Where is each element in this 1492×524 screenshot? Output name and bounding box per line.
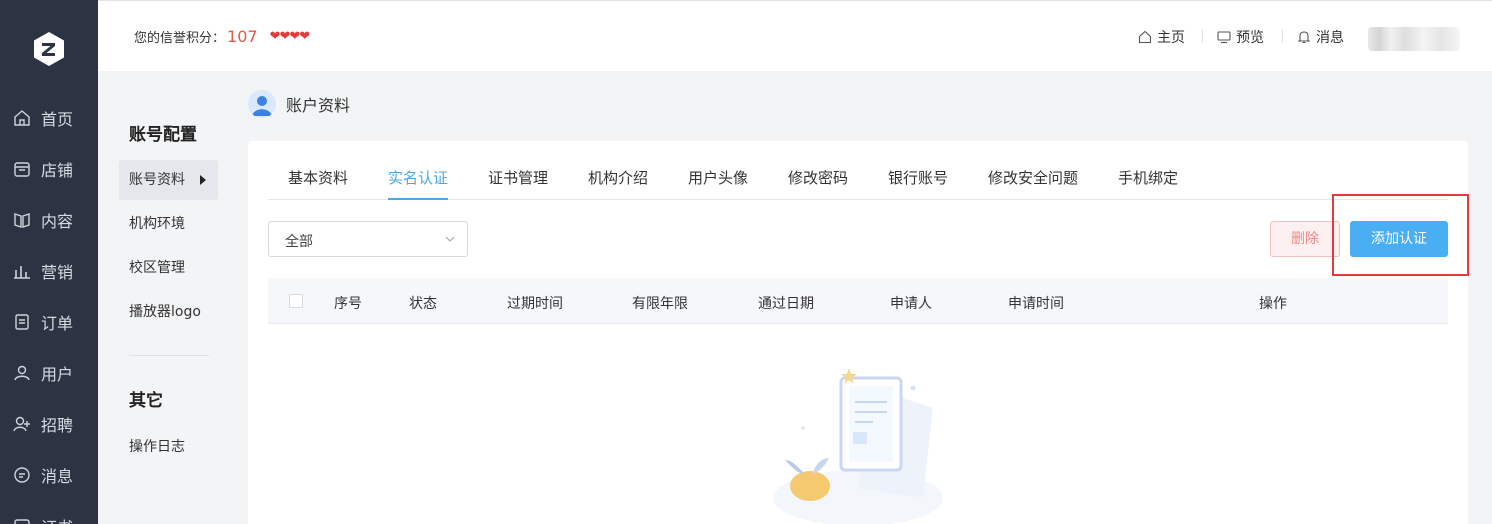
user-avatar[interactable] [1368, 27, 1460, 51]
home-link[interactable]: 主页 [1138, 27, 1185, 47]
nav-item-recruit[interactable]: 招聘 [0, 404, 98, 444]
main-sidebar: 首页 店铺 内容 营销 订单 用户 招聘 消息 [0, 0, 98, 524]
nav-item-messages[interactable]: 消息 [0, 455, 98, 495]
tab-bar: 基本资料 实名认证 证书管理 机构介绍 用户头像 修改密码 银行账号 修改安全问… [268, 141, 1448, 200]
col-apply-time: 申请时间 [1008, 296, 1064, 312]
nav-label: 消息 [41, 467, 74, 486]
tab-institution-intro[interactable]: 机构介绍 [588, 167, 648, 188]
tab-security-question[interactable]: 修改安全问题 [988, 167, 1078, 188]
divider [1202, 29, 1203, 43]
col-status: 状态 [409, 296, 437, 312]
monitor-icon [1217, 31, 1231, 44]
nav-label: 内容 [41, 212, 74, 231]
nav-label: 首页 [41, 110, 74, 129]
highlight-annotation-box [1332, 194, 1469, 276]
shop-icon [13, 160, 31, 178]
tab-user-avatar[interactable]: 用户头像 [688, 167, 748, 188]
chat-icon [13, 466, 31, 484]
col-applicant: 申请人 [890, 296, 932, 312]
tab-basic-info[interactable]: 基本资料 [288, 167, 348, 188]
tab-change-password[interactable]: 修改密码 [788, 167, 848, 188]
certificate-icon [13, 517, 31, 524]
col-pass-date: 通过日期 [758, 296, 814, 312]
document-icon [13, 313, 31, 331]
col-expire-time: 过期时间 [507, 296, 563, 312]
home-link-label: 主页 [1157, 30, 1185, 46]
sub-item-operation-log[interactable]: 操作日志 [119, 427, 218, 467]
nav-item-shop[interactable]: 店铺 [0, 149, 98, 189]
messages-link-label: 消息 [1316, 30, 1344, 46]
content-card: 基本资料 实名认证 证书管理 机构介绍 用户头像 修改密码 银行账号 修改安全问… [248, 141, 1468, 524]
top-header: 您的信誉积分： 107 ❤❤❤❤ 主页 预览 消息 [98, 0, 1492, 71]
sub-item-account-info[interactable]: 账号资料 [119, 160, 218, 200]
tab-real-name-auth[interactable]: 实名认证 [388, 167, 448, 188]
nav-item-orders[interactable]: 订单 [0, 302, 98, 342]
nav-label: 订单 [41, 314, 74, 333]
divider [1282, 29, 1283, 43]
tab-bank-account[interactable]: 银行账号 [888, 167, 948, 188]
user-icon [13, 364, 31, 382]
chevron-down-icon [445, 236, 455, 242]
nav-item-certificate[interactable]: 证书 [0, 506, 98, 524]
settings-sidebar: 账号配置 账号资料 机构环境 校区管理 播放器logo 其它 操作日志 [98, 71, 228, 524]
group-title-other: 其它 [129, 391, 163, 411]
page-header: 账户资料 [248, 90, 350, 118]
tab-phone-binding[interactable]: 手机绑定 [1118, 167, 1178, 188]
app-logo[interactable] [30, 30, 68, 68]
nav-label: 用户 [41, 365, 74, 384]
nav-item-home[interactable]: 首页 [0, 98, 98, 138]
select-all-checkbox[interactable] [289, 294, 303, 308]
preview-link[interactable]: 预览 [1217, 27, 1264, 47]
credit-label: 您的信誉积分： [134, 31, 226, 46]
empty-state-illustration [763, 368, 953, 524]
nav-item-marketing[interactable]: 营销 [0, 251, 98, 291]
recruit-icon [13, 415, 31, 433]
sub-item-player-logo[interactable]: 播放器logo [119, 292, 218, 332]
bar-chart-icon [13, 262, 31, 280]
tab-certificates[interactable]: 证书管理 [488, 167, 548, 188]
heart-rating-icon: ❤❤❤❤ [269, 29, 311, 44]
nav-label: 营销 [41, 263, 74, 282]
status-filter-value: 全部 [285, 234, 313, 250]
preview-link-label: 预览 [1236, 30, 1264, 46]
sub-item-campus[interactable]: 校区管理 [119, 248, 218, 288]
home-icon [13, 109, 31, 127]
col-valid-years: 有限年限 [632, 296, 688, 312]
col-actions: 操作 [1259, 296, 1287, 312]
nav-label: 证书 [41, 514, 73, 524]
credit-score: 您的信誉积分： 107 ❤❤❤❤ [134, 27, 310, 46]
sub-item-environment[interactable]: 机构环境 [119, 204, 218, 244]
col-index: 序号 [334, 296, 362, 312]
bell-icon [1297, 31, 1311, 44]
nav-item-users[interactable]: 用户 [0, 353, 98, 393]
table-header: 序号 状态 过期时间 有限年限 通过日期 申请人 申请时间 操作 [268, 278, 1448, 324]
delete-button[interactable]: 删除 [1270, 221, 1340, 257]
group-title-account: 账号配置 [129, 125, 197, 145]
nav-label: 店铺 [41, 161, 74, 180]
status-filter-select[interactable]: 全部 [268, 221, 468, 257]
home-icon [1138, 30, 1152, 44]
book-icon [13, 211, 31, 229]
active-tab-indicator [388, 198, 448, 200]
page-title: 账户资料 [286, 96, 351, 115]
messages-link[interactable]: 消息 [1297, 27, 1344, 47]
credit-score-value: 107 [227, 27, 258, 46]
nav-label: 招聘 [41, 416, 74, 435]
divider [129, 355, 209, 356]
user-avatar-icon [248, 90, 276, 118]
nav-item-content[interactable]: 内容 [0, 200, 98, 240]
